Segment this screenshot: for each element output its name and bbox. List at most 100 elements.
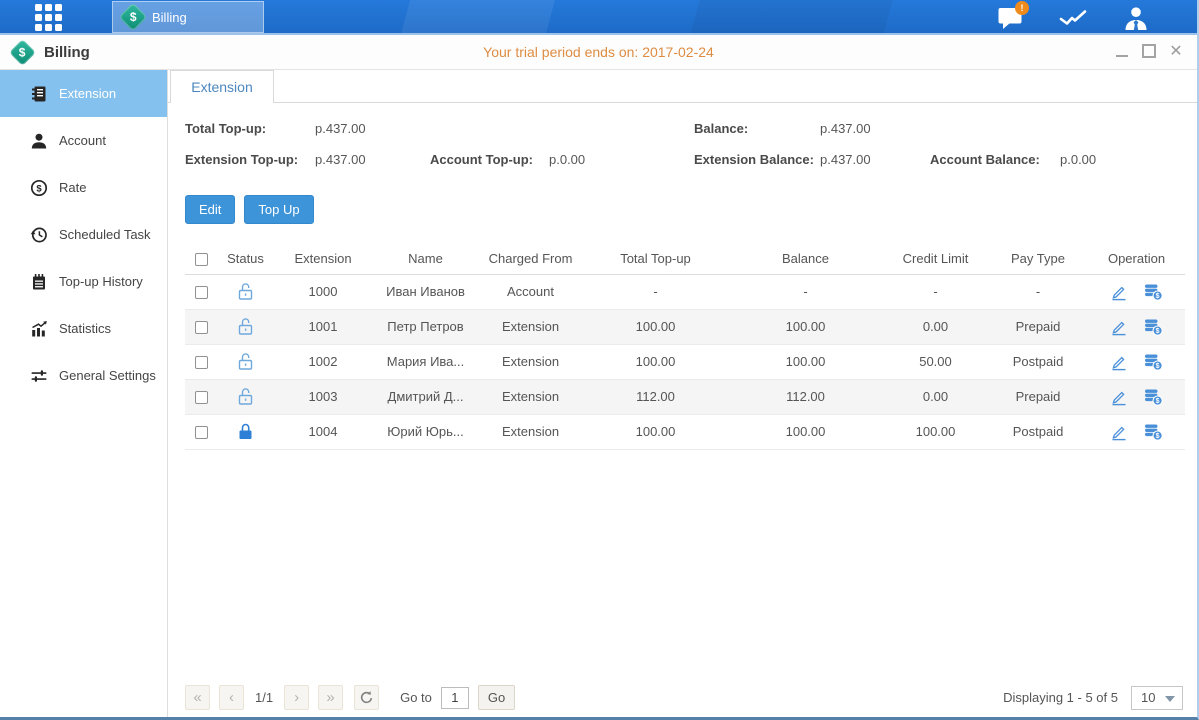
page-indicator: 1/1 (255, 690, 273, 705)
billing-window-tab[interactable]: $ Billing (112, 1, 264, 33)
extension-icon (30, 85, 48, 103)
sidebar-item-rate[interactable]: $ Rate (0, 164, 167, 211)
col-name[interactable]: Name (373, 244, 478, 274)
summary-value: p.0.00 (1060, 152, 1096, 167)
summary-value: p.437.00 (820, 121, 871, 136)
cell-balance: 100.00 (728, 344, 883, 379)
top-up-extension-icon[interactable]: $ (1144, 318, 1163, 336)
svg-text:$: $ (36, 183, 42, 194)
window-title: Billing (44, 44, 90, 61)
user-account-icon[interactable] (1121, 4, 1151, 31)
cell-credit-limit: 50.00 (883, 344, 988, 379)
top-up-extension-icon[interactable]: $ (1144, 423, 1163, 441)
sidebar-item-extension[interactable]: Extension (0, 70, 167, 117)
cell-pay-type: - (988, 274, 1088, 309)
sidebar-item-label: Scheduled Task (59, 227, 151, 242)
sidebar-item-scheduled-task[interactable]: Scheduled Task (0, 211, 167, 258)
col-operation[interactable]: Operation (1088, 244, 1185, 274)
close-button[interactable]: ✕ (1169, 45, 1183, 59)
cell-extension: 1004 (273, 414, 373, 449)
account-icon (30, 132, 48, 150)
col-extension[interactable]: Extension (273, 244, 373, 274)
action-buttons: Edit Top Up (168, 183, 1197, 224)
cell-credit-limit: 0.00 (883, 309, 988, 344)
cell-total-top-up: - (583, 274, 728, 309)
row-checkbox[interactable] (195, 321, 208, 334)
edit-extension-icon[interactable] (1110, 353, 1128, 371)
top-up-extension-icon[interactable]: $ (1144, 283, 1163, 301)
cell-balance: 100.00 (728, 414, 883, 449)
svg-text:$: $ (1156, 328, 1160, 335)
top-up-button[interactable]: Top Up (244, 195, 313, 224)
top-up-extension-icon[interactable]: $ (1144, 388, 1163, 406)
prev-page-button[interactable]: ‹ (219, 685, 244, 710)
app-window: $ Billing ! (0, 0, 1199, 720)
cell-balance: 112.00 (728, 379, 883, 414)
refresh-button[interactable] (354, 685, 379, 710)
cell-pay-type: Prepaid (988, 379, 1088, 414)
go-button[interactable]: Go (478, 685, 515, 710)
row-checkbox[interactable] (195, 286, 208, 299)
table-row: 1002Мария Ива...Extension100.00100.0050.… (185, 344, 1185, 379)
summary-value: p.437.00 (315, 152, 366, 167)
first-page-button[interactable]: « (185, 685, 210, 710)
summary-value: p.437.00 (820, 152, 871, 167)
col-status[interactable]: Status (218, 244, 273, 274)
cell-total-top-up: 100.00 (583, 414, 728, 449)
statistics-icon (30, 320, 48, 338)
edit-extension-icon[interactable] (1110, 283, 1128, 301)
resource-monitor-icon[interactable] (1058, 4, 1088, 31)
cell-total-top-up: 100.00 (583, 309, 728, 344)
page-size-select[interactable]: 10 (1131, 686, 1183, 710)
extension-table: Status Extension Name Charged From Total… (185, 244, 1185, 450)
sidebar-item-top-up-history[interactable]: Top-up History (0, 258, 167, 305)
cell-balance: - (728, 274, 883, 309)
col-balance[interactable]: Balance (728, 244, 883, 274)
app-grid-icon[interactable] (35, 4, 62, 31)
cell-charged-from: Extension (478, 414, 583, 449)
summary-value: p.437.00 (315, 121, 366, 136)
maximize-button[interactable] (1142, 45, 1156, 59)
sidebar-item-statistics[interactable]: Statistics (0, 305, 167, 352)
status-unlocked-icon (237, 282, 254, 301)
sidebar-item-general-settings[interactable]: General Settings (0, 352, 167, 399)
row-checkbox[interactable] (195, 426, 208, 439)
cell-pay-type: Postpaid (988, 344, 1088, 379)
next-page-button[interactable]: › (284, 685, 309, 710)
minimize-button[interactable] (1115, 45, 1129, 59)
displaying-info: Displaying 1 - 5 of 5 (1003, 690, 1118, 705)
cell-credit-limit: - (883, 274, 988, 309)
edit-extension-icon[interactable] (1110, 423, 1128, 441)
goto-page-input[interactable] (441, 687, 469, 709)
cell-total-top-up: 100.00 (583, 344, 728, 379)
row-checkbox[interactable] (195, 356, 208, 369)
table-row: 1003Дмитрий Д...Extension112.00112.000.0… (185, 379, 1185, 414)
sidebar-item-account[interactable]: Account (0, 117, 167, 164)
table-row: 1004Юрий Юрь...Extension100.00100.00100.… (185, 414, 1185, 449)
col-credit-limit[interactable]: Credit Limit (883, 244, 988, 274)
col-charged-from[interactable]: Charged From (478, 244, 583, 274)
edit-button[interactable]: Edit (185, 195, 235, 224)
svg-text:$: $ (1156, 293, 1160, 300)
top-up-extension-icon[interactable]: $ (1144, 353, 1163, 371)
col-total-top-up[interactable]: Total Top-up (583, 244, 728, 274)
cell-extension: 1002 (273, 344, 373, 379)
top-tab-label: Billing (152, 10, 187, 25)
col-pay-type[interactable]: Pay Type (988, 244, 1088, 274)
sidebar-item-label: Rate (59, 180, 86, 195)
pagination-bar: « ‹ 1/1 › » Go to Go Displaying 1 - 5 of… (185, 685, 1183, 710)
page-size-value: 10 (1141, 690, 1155, 705)
notifications-icon[interactable]: ! (995, 4, 1025, 31)
row-checkbox[interactable] (195, 391, 208, 404)
billing-app-icon: $ (119, 3, 147, 31)
sidebar-item-label: Extension (59, 86, 116, 101)
summary-label: Account Balance: (930, 152, 1040, 167)
tab-extension[interactable]: Extension (170, 70, 274, 103)
cell-credit-limit: 100.00 (883, 414, 988, 449)
select-all-checkbox[interactable] (195, 253, 208, 266)
billing-title-icon: $ (9, 39, 36, 66)
cell-extension: 1001 (273, 309, 373, 344)
last-page-button[interactable]: » (318, 685, 343, 710)
edit-extension-icon[interactable] (1110, 318, 1128, 336)
edit-extension-icon[interactable] (1110, 388, 1128, 406)
